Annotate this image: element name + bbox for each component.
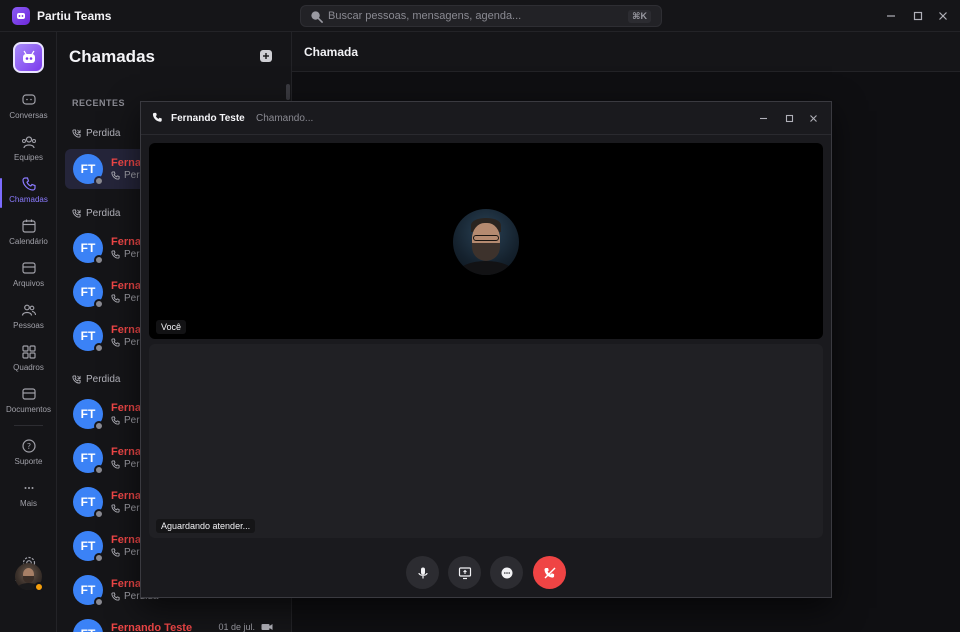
remote-tile-label: Aguardando atender... [156,519,256,533]
maximize-icon [913,11,923,21]
rail-item-suporte[interactable]: ? Suporte [0,438,57,478]
missed-call-icon [111,592,120,601]
grid-icon [21,345,36,359]
maximize-icon [785,114,793,122]
new-call-button[interactable] [260,50,272,62]
missed-call-icon [72,129,81,138]
help-icon: ? [21,439,36,453]
search-icon [311,11,323,23]
rail-divider [14,425,43,426]
call-minimize-button[interactable] [757,112,769,124]
minimize-icon [759,117,767,119]
panel-title: Chamadas [69,47,155,66]
rail-item-mais[interactable]: Mais [0,480,57,520]
group-label-missed: Perdida [72,208,120,219]
app-logo-icon [12,7,30,25]
call-close-button[interactable] [807,112,819,124]
nav-rail: Conversas Equipes Chamadas Calendário Ar… [0,32,57,632]
rail-item-equipes[interactable]: Equipes [0,134,57,174]
close-button[interactable] [935,8,951,24]
self-avatar [453,209,519,275]
missed-call-icon [111,504,120,513]
title-bar: Partiu Teams Buscar pessoas, mensagens, … [0,0,960,32]
rail-item-pessoas[interactable]: Pessoas [0,302,57,342]
missed-call-icon [111,416,120,425]
call-window: Fernando Teste Chamando... Você Aguardan… [140,101,832,598]
rail-item-calendario[interactable]: Calendário [0,218,57,258]
presence-dot [94,299,104,309]
end-call-icon [544,567,555,578]
team-icon [21,136,36,149]
microphone-icon [417,567,428,578]
app-title: Partiu Teams [37,9,112,23]
chat-icon [21,94,36,105]
section-header-recentes: RECENTES [72,98,126,108]
missed-call-icon [72,375,81,384]
close-icon [939,12,947,20]
phone-icon [152,112,162,122]
search-shortcut: ⌘K [628,10,651,23]
call-date: 01 de jul. [218,622,255,632]
search-placeholder: Buscar pessoas, mensagens, agenda... [328,10,522,22]
share-screen-button[interactable] [448,556,481,589]
missed-call-icon [111,338,120,347]
missed-call-icon [111,460,120,469]
user-status-indicator [34,582,44,592]
screen-share-icon [458,566,471,579]
presence-dot [94,421,104,431]
presence-dot [94,597,104,607]
app-logo-icon[interactable] [13,42,44,73]
rail-item-conversas[interactable]: Conversas [0,92,57,132]
missed-call-icon [111,171,120,180]
maximize-button[interactable] [910,8,926,24]
mute-button[interactable] [406,556,439,589]
presence-dot [94,553,104,563]
people-icon [21,304,36,316]
call-controls [406,556,566,590]
self-tile-label: Você [156,320,187,334]
missed-call-icon [72,209,81,218]
minimize-icon [887,15,895,17]
presence-dot [94,176,104,186]
presence-dot [94,509,104,519]
minimize-button[interactable] [883,8,899,24]
presence-dot [94,343,104,353]
hang-up-button[interactable] [533,556,566,589]
rail-item-arquivos[interactable]: Arquivos [0,260,57,300]
rail-item-quadros[interactable]: Quadros [0,344,57,384]
remote-video-tile: Aguardando atender... [149,344,823,538]
call-maximize-button[interactable] [783,112,795,124]
plus-icon [263,53,269,59]
folder-icon [21,262,36,274]
calendar-icon [21,219,36,233]
call-window-header: Fernando Teste Chamando... [141,102,831,135]
call-contact-name: Fernando Teste [171,113,245,124]
panel-scrollbar[interactable] [286,84,290,100]
rail-item-chamadas[interactable]: Chamadas [0,176,57,216]
missed-call-icon [111,548,120,557]
close-icon [809,114,817,122]
missed-call-icon [111,294,120,303]
chat-button[interactable] [490,556,523,589]
contact-name: Fernando Teste [111,622,193,632]
document-folder-icon [21,388,36,400]
svg-text:?: ? [26,442,30,451]
chat-bubble-icon [501,567,512,578]
rail-item-documentos[interactable]: Documentos [0,386,57,426]
group-label-missed: Perdida [72,374,120,385]
video-call-icon[interactable] [261,622,273,632]
presence-dot [94,465,104,475]
presence-dot [94,255,104,265]
self-video-tile: Você [149,143,823,339]
more-icon [24,487,33,489]
main-header: Chamada [292,32,960,72]
contact-avatar: FT [73,619,103,632]
search-input[interactable]: Buscar pessoas, mensagens, agenda... ⌘K [300,5,662,27]
missed-call-icon [111,250,120,259]
call-row[interactable]: FT Fernando Teste 01 de jul. [65,614,285,632]
group-label-missed: Perdida [72,128,120,139]
main-title: Chamada [304,45,359,59]
call-status-text: Chamando... [256,113,314,124]
phone-icon [21,177,36,191]
